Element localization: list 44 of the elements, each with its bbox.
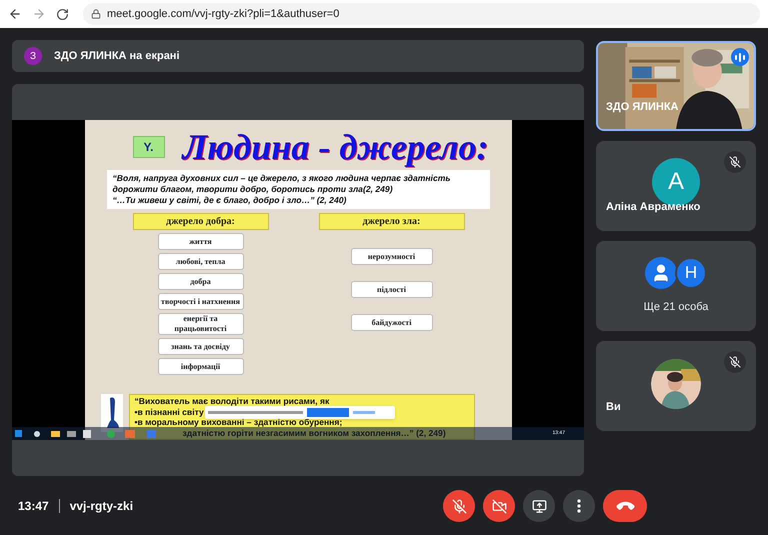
word-card: підлості [350, 281, 432, 298]
slide-title: Людина - джерело: [182, 126, 489, 168]
traits-text: “Вихователь має володіти такими рисами, як [134, 396, 330, 406]
mic-off-button[interactable] [443, 490, 475, 522]
more-options-button[interactable] [563, 490, 595, 522]
traits-text: •в пізнанні світу [134, 406, 204, 417]
column-header: джерело добра: [132, 213, 268, 230]
person-avatar-icon [645, 256, 677, 289]
url-text: meet.google.com/vvj-rgty-zki?pli=1&authuser=0 [107, 6, 340, 22]
presenting-text: ЗДО ЯЛИНКА на екрані [54, 48, 180, 64]
mic-off-icon [452, 498, 466, 514]
camera-off-button[interactable] [483, 490, 515, 522]
word-card: інформації [158, 358, 244, 375]
more-icon [577, 499, 581, 513]
column-header: джерело зла: [318, 213, 464, 230]
word-card: добра [158, 273, 244, 290]
present-screen-icon [532, 498, 546, 514]
traits-text: •в моральному вихованні – здатністю обурення; [134, 417, 342, 428]
word-card: любові, тепла [158, 253, 244, 270]
traits-text: здатністю горіти незгасимим вогником захоплення…” (2, 249) [182, 428, 446, 438]
quote-text: “…Ти живеш у світі, де є благо, добро і зло…” (2, 240) [112, 195, 348, 206]
camera-off-icon [492, 498, 506, 514]
meeting-time: 13:47 [18, 498, 49, 515]
present-screen-button[interactable] [523, 490, 555, 522]
figure-drawing [100, 394, 122, 432]
participant-count: Ще 21 особа [644, 300, 708, 315]
word-card: творчості і натхнення [158, 293, 244, 310]
avatar: H [675, 256, 707, 289]
address-bar[interactable]: meet.google.com/vvj-rgty-zki?pli=1&authuser=0 [83, 3, 760, 25]
word-card: енергії та працьовитості [158, 313, 244, 335]
word-card: нерозумності [350, 248, 432, 265]
word-card: життя [158, 233, 244, 250]
participant-name: Ви [606, 400, 621, 414]
meeting-code: vvj-rgty-zki [70, 498, 134, 515]
quote-text: “Воля, напруга духовних сил – це джерело, з якого людина черпає здатність дорожити благом, творити добро, боротись проти зла(2, 249) [112, 173, 452, 195]
lock-icon [91, 9, 101, 19]
slide-badge: Y. [132, 136, 164, 158]
word-card: байдужості [350, 314, 432, 331]
presenter-avatar: З [24, 47, 42, 65]
reload-icon[interactable] [56, 8, 69, 20]
hang-up-button[interactable] [603, 490, 647, 522]
participant-name: ЗДО ЯЛИНКА [606, 100, 678, 114]
back-icon[interactable] [8, 7, 22, 21]
word-card: знань та досвіду [158, 338, 244, 355]
